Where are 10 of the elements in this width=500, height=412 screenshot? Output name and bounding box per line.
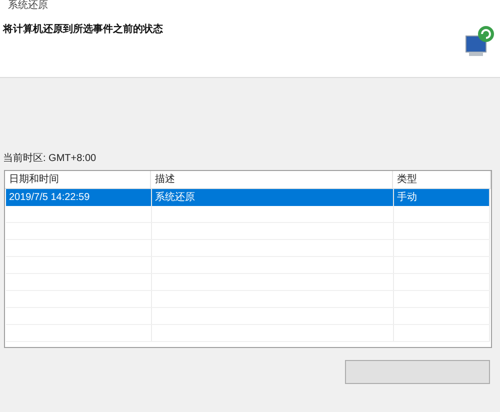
- timezone-label: 当前时区: GMT+8:00: [3, 152, 96, 166]
- column-header[interactable]: 描述: [151, 171, 393, 188]
- table-row[interactable]: 2019/7/5 14:22:59 系统还原 手动: [6, 189, 490, 206]
- table-cell: 系统还原: [152, 189, 394, 206]
- heading: 将计算机还原到所选事件之前的状态: [3, 22, 163, 37]
- button[interactable]: [345, 360, 490, 384]
- column-header[interactable]: 类型: [393, 171, 491, 188]
- table-cell: 2019/7/5 14:22:59: [6, 189, 152, 206]
- column-header[interactable]: 日期和时间: [5, 171, 151, 188]
- table-cell: 手动: [394, 189, 490, 206]
